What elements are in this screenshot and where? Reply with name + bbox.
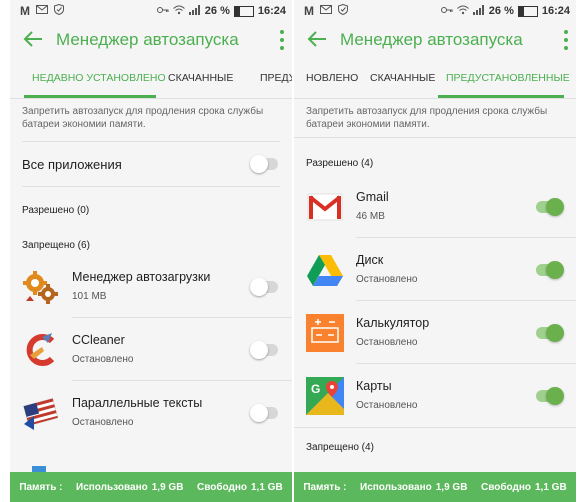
app-toggle[interactable] — [250, 278, 278, 296]
tab-preinstalled[interactable]: ПРЕДУ — [260, 58, 292, 98]
app-bar: Менеджер автозапуска — [10, 22, 292, 58]
allowed-section-header: Разрешено (0) — [22, 205, 90, 216]
clock: 16:24 — [257, 5, 286, 17]
all-apps-row[interactable]: Все приложения — [10, 142, 292, 186]
app-name: CCleaner — [72, 333, 125, 347]
app-name: Калькулятор — [356, 316, 430, 330]
app-row[interactable]: Менеджер автозагрузки 101 MB — [10, 255, 292, 318]
denied-section-header: Запрещено (6) — [22, 240, 90, 251]
description-text: Запретить автозапуск для продления срока… — [22, 106, 264, 130]
app-status: Остановлено — [72, 417, 134, 428]
app-size: 46 MB — [356, 211, 385, 222]
shield-check-icon — [54, 3, 64, 18]
app-status: Остановлено — [356, 400, 418, 411]
back-arrow-icon[interactable] — [306, 28, 330, 52]
tab-indicator — [24, 95, 156, 98]
app-row[interactable]: G Карты Остановлено — [294, 364, 576, 427]
app-toggle[interactable] — [536, 324, 564, 342]
app-name: Диск — [356, 253, 384, 267]
app-row[interactable]: Gmail 46 MB — [294, 175, 576, 238]
app-row[interactable]: Калькулятор Остановлено — [294, 301, 576, 364]
left-screen: M 26 % 16:24 Менеджер автозапуска НЕДАВН… — [10, 0, 292, 502]
maps-icon: G — [306, 377, 344, 415]
app-status: Остановлено — [72, 354, 134, 365]
tab-downloaded[interactable]: СКАЧАННЫЕ — [370, 58, 435, 98]
calculator-icon — [306, 314, 344, 352]
app-row[interactable]: CCleaner Остановлено — [10, 318, 292, 381]
free-value: 1,1 GB — [534, 481, 567, 493]
app-status: Остановлено — [356, 274, 418, 285]
app-name: Карты — [356, 379, 392, 393]
all-apps-toggle[interactable] — [250, 155, 278, 173]
memory-label: Память : — [19, 481, 63, 493]
all-apps-label: Все приложения — [22, 156, 122, 172]
tab-recently-installed[interactable]: НЕДАВНО УСТАНОВЛЕНО — [32, 58, 166, 98]
app-toggle[interactable] — [250, 341, 278, 359]
used-value: 1,9 GB — [151, 481, 184, 493]
memory-footer: Память : Использовано 1,9 GB Свободно 1,… — [294, 472, 576, 502]
app-toggle[interactable] — [536, 261, 564, 279]
app-size: 101 MB — [72, 291, 107, 302]
app-name: Gmail — [356, 190, 389, 204]
app-name: Менеджер автозагрузки — [72, 270, 211, 284]
battery-percent: 26 % — [488, 5, 514, 17]
battery-icon — [233, 5, 254, 17]
flags-icon — [22, 394, 60, 432]
wifi-icon — [172, 5, 185, 18]
tab-bar: НОВЛЕНО СКАЧАННЫЕ ПРЕДУСТАНОВЛЕННЫЕ — [294, 58, 576, 99]
gears-icon — [22, 268, 60, 306]
more-menu-icon[interactable] — [564, 30, 568, 50]
allowed-section-header: Разрешено (4) — [306, 158, 374, 169]
key-icon — [440, 5, 453, 17]
gmail-icon — [306, 188, 344, 226]
mail-icon — [320, 5, 332, 17]
app-status: Остановлено — [356, 337, 418, 348]
free-label: Свободно — [480, 481, 531, 493]
used-label: Использовано — [76, 481, 148, 493]
more-menu-icon[interactable] — [280, 30, 284, 50]
page-title: Менеджер автозапуска — [56, 30, 239, 49]
denied-section-header: Запрещено (4) — [306, 442, 374, 453]
app-toggle[interactable] — [536, 198, 564, 216]
svg-text:G: G — [311, 382, 320, 396]
used-label: Использовано — [360, 481, 432, 493]
tab-recently-installed[interactable]: НОВЛЕНО — [306, 58, 358, 98]
used-value: 1,9 GB — [435, 481, 468, 493]
free-label: Свободно — [196, 481, 247, 493]
description-text: Запретить автозапуск для продления срока… — [306, 106, 548, 130]
app-row[interactable]: Диск Остановлено — [294, 238, 576, 301]
key-icon — [156, 5, 169, 17]
signal-icon — [472, 4, 485, 18]
right-screen: M 26 % 16:24 Менеджер автозапуска НОВЛЕН… — [294, 0, 576, 502]
ccleaner-icon — [22, 331, 60, 369]
memory-footer: Память : Использовано 1,9 GB Свободно 1,… — [10, 472, 292, 502]
shield-check-icon — [338, 3, 348, 18]
m-app-icon: M — [304, 4, 314, 18]
battery-icon — [517, 5, 538, 17]
mail-icon — [36, 5, 48, 17]
drive-icon — [306, 251, 344, 289]
status-bar: M 26 % 16:24 — [10, 0, 292, 22]
tab-bar: НЕДАВНО УСТАНОВЛЕНО СКАЧАННЫЕ ПРЕДУ — [10, 58, 292, 99]
app-row[interactable]: Параллельные тексты Остановлено — [10, 381, 292, 444]
m-app-icon: M — [20, 4, 30, 18]
tab-indicator — [438, 95, 564, 98]
app-bar: Менеджер автозапуска — [294, 22, 576, 58]
signal-icon — [188, 4, 201, 18]
memory-label: Память : — [303, 481, 347, 493]
back-arrow-icon[interactable] — [22, 28, 46, 52]
tab-downloaded[interactable]: СКАЧАННЫЕ — [168, 58, 233, 98]
page-title: Менеджер автозапуска — [340, 30, 523, 49]
app-name: Параллельные тексты — [72, 396, 203, 410]
free-value: 1,1 GB — [250, 481, 283, 493]
battery-percent: 26 % — [204, 5, 230, 17]
wifi-icon — [456, 5, 469, 18]
status-bar: M 26 % 16:24 — [294, 0, 576, 22]
tab-preinstalled[interactable]: ПРЕДУСТАНОВЛЕННЫЕ — [446, 58, 570, 98]
clock: 16:24 — [541, 5, 570, 17]
app-toggle[interactable] — [250, 404, 278, 422]
app-toggle[interactable] — [536, 387, 564, 405]
